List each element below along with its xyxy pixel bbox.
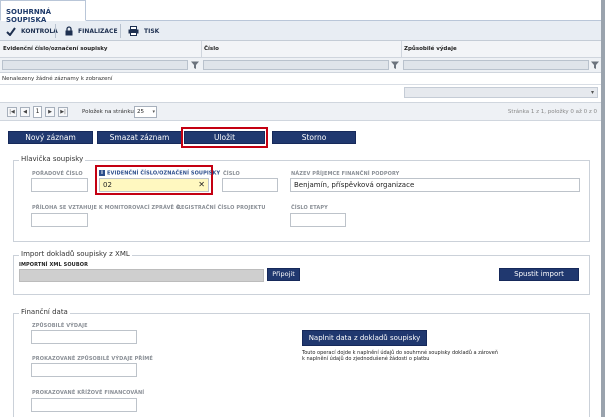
poradove-cislo-label: POŘADOVÉ ČÍSLO bbox=[32, 171, 83, 177]
priloha-field[interactable] bbox=[31, 213, 88, 227]
tab-souhrnna-soupiska[interactable]: SOUHRNNÁ SOUPISKA bbox=[0, 0, 86, 24]
import-panel-title: Import dokladů soupisky z XML bbox=[19, 250, 132, 258]
toolbar-separator bbox=[55, 24, 56, 38]
delete-record-button[interactable]: Smazat záznam bbox=[97, 131, 182, 144]
poradove-cislo-field[interactable] bbox=[31, 178, 88, 192]
attach-button[interactable]: Připojit bbox=[267, 268, 300, 281]
registracni-label: REGISTRAČNÍ ČÍSLO PROJEKTU bbox=[177, 205, 266, 211]
filter-input-cislo[interactable] bbox=[203, 60, 389, 70]
cislo-field[interactable] bbox=[222, 178, 278, 192]
chevron-down-icon: ▾ bbox=[590, 89, 594, 96]
filter-row bbox=[0, 58, 605, 73]
info-icon: i bbox=[99, 170, 105, 176]
zpusobile-label: ZPŮSOBILÉ VÝDAJE bbox=[32, 323, 88, 329]
save-button[interactable]: Uložit bbox=[184, 131, 265, 144]
kontrola-button[interactable]: KONTROLA bbox=[6, 24, 58, 38]
etapa-label: ČÍSLO ETAPY bbox=[291, 205, 328, 211]
evidencni-field[interactable]: 02 ✕ bbox=[99, 178, 209, 192]
prev-page-button[interactable]: ◀ bbox=[20, 107, 30, 117]
toolbar: KONTROLA FINALIZACE TISK bbox=[0, 21, 605, 41]
chevron-down-icon: ▾ bbox=[152, 109, 155, 115]
pager-info: Stránka 1 z 1, položky 0 až 0 z 0 bbox=[507, 109, 597, 115]
filter-input-zpusobile[interactable] bbox=[403, 60, 589, 70]
finance-panel-title: Finanční data bbox=[19, 308, 70, 316]
etapa-field[interactable] bbox=[290, 213, 346, 227]
column-summary-select[interactable]: ▾ bbox=[404, 87, 598, 98]
column-header-zpusobile[interactable]: Způsobilé výdaje bbox=[404, 46, 457, 52]
items-per-page-label: Položek na stránku bbox=[82, 109, 134, 115]
new-record-button[interactable]: Nový záznam bbox=[8, 131, 93, 144]
fill-data-button[interactable]: Naplnit data z dokladů soupisky bbox=[302, 330, 427, 346]
grid-bottom-border bbox=[0, 84, 605, 85]
items-per-page-select[interactable]: 25 ▾ bbox=[134, 106, 157, 118]
column-header-cislo[interactable]: Číslo bbox=[204, 46, 219, 52]
lock-icon bbox=[65, 26, 73, 36]
prijemce-field[interactable]: Benjamín, příspěvková organizace bbox=[290, 178, 580, 192]
import-file-field[interactable] bbox=[19, 269, 264, 282]
empty-grid-message: Nenalezeny žádné záznamy k zobrazení bbox=[2, 76, 113, 82]
clear-icon[interactable]: ✕ bbox=[198, 180, 205, 189]
evidencni-value: 02 bbox=[103, 181, 112, 189]
kontrola-label: KONTROLA bbox=[21, 27, 58, 35]
filter-icon[interactable] bbox=[390, 60, 400, 70]
evidencni-label: EVIDENČNÍ ČÍSLO/OZNAČENÍ SOUPISKY bbox=[107, 170, 221, 177]
evidencni-label-row: i EVIDENČNÍ ČÍSLO/OZNAČENÍ SOUPISKY bbox=[99, 170, 220, 177]
filter-icon[interactable] bbox=[590, 60, 600, 70]
krizove-field[interactable] bbox=[31, 398, 137, 412]
prijemce-label: NÁZEV PŘÍJEMCE FINANČNÍ PODPORY bbox=[291, 171, 400, 177]
fill-note-line2: k naplnění údajů do zjednodušené žádosti… bbox=[302, 356, 430, 362]
next-page-button[interactable]: ▶ bbox=[45, 107, 55, 117]
finalizace-button[interactable]: FINALIZACE bbox=[65, 24, 118, 38]
tisk-label: TISK bbox=[144, 27, 160, 35]
cancel-button[interactable]: Storno bbox=[272, 131, 356, 144]
filter-icon[interactable] bbox=[190, 60, 200, 70]
column-header-evidencni[interactable]: Evidenční číslo/označení soupisky bbox=[3, 46, 108, 52]
grid-header: Evidenční číslo/označení soupisky Číslo … bbox=[0, 41, 605, 58]
finalizace-label: FINALIZACE bbox=[78, 27, 118, 35]
checkmark-icon bbox=[6, 26, 16, 36]
pager: |◀ ◀ 1 ▶ ▶| Položek na stránku 25 ▾ Strán… bbox=[0, 102, 605, 121]
zpusobile-field[interactable] bbox=[31, 330, 137, 344]
run-import-button[interactable]: Spustit import bbox=[499, 268, 579, 281]
last-page-button[interactable]: ▶| bbox=[58, 107, 68, 117]
window-scrollbar[interactable] bbox=[601, 0, 605, 417]
prokazane-label: PROKAZOVANÉ ZPŮSOBILÉ VÝDAJE PŘÍMÉ bbox=[32, 356, 153, 362]
krizove-label: PROKAZOVANÉ KŘÍŽOVÉ FINANCOVÁNÍ bbox=[32, 390, 145, 396]
first-page-button[interactable]: |◀ bbox=[7, 107, 17, 117]
tisk-button[interactable]: TISK bbox=[128, 24, 159, 38]
cislo-label: ČÍSLO bbox=[223, 171, 240, 177]
import-file-label: IMPORTNÍ XML SOUBOR bbox=[19, 262, 89, 268]
toolbar-separator bbox=[120, 24, 121, 38]
items-per-page-value: 25 bbox=[137, 109, 144, 115]
prokazane-field[interactable] bbox=[31, 363, 137, 377]
priloha-label: PŘÍLOHA SE VZTAHUJE K MONITOROVACÍ ZPRÁV… bbox=[32, 205, 182, 211]
current-page-input[interactable]: 1 bbox=[33, 106, 42, 118]
filter-input-evidencni[interactable] bbox=[2, 60, 188, 70]
tab-label: SOUHRNNÁ SOUPISKA bbox=[6, 8, 52, 24]
header-panel-title: Hlavička soupisky bbox=[19, 155, 86, 163]
printer-icon bbox=[128, 26, 139, 36]
